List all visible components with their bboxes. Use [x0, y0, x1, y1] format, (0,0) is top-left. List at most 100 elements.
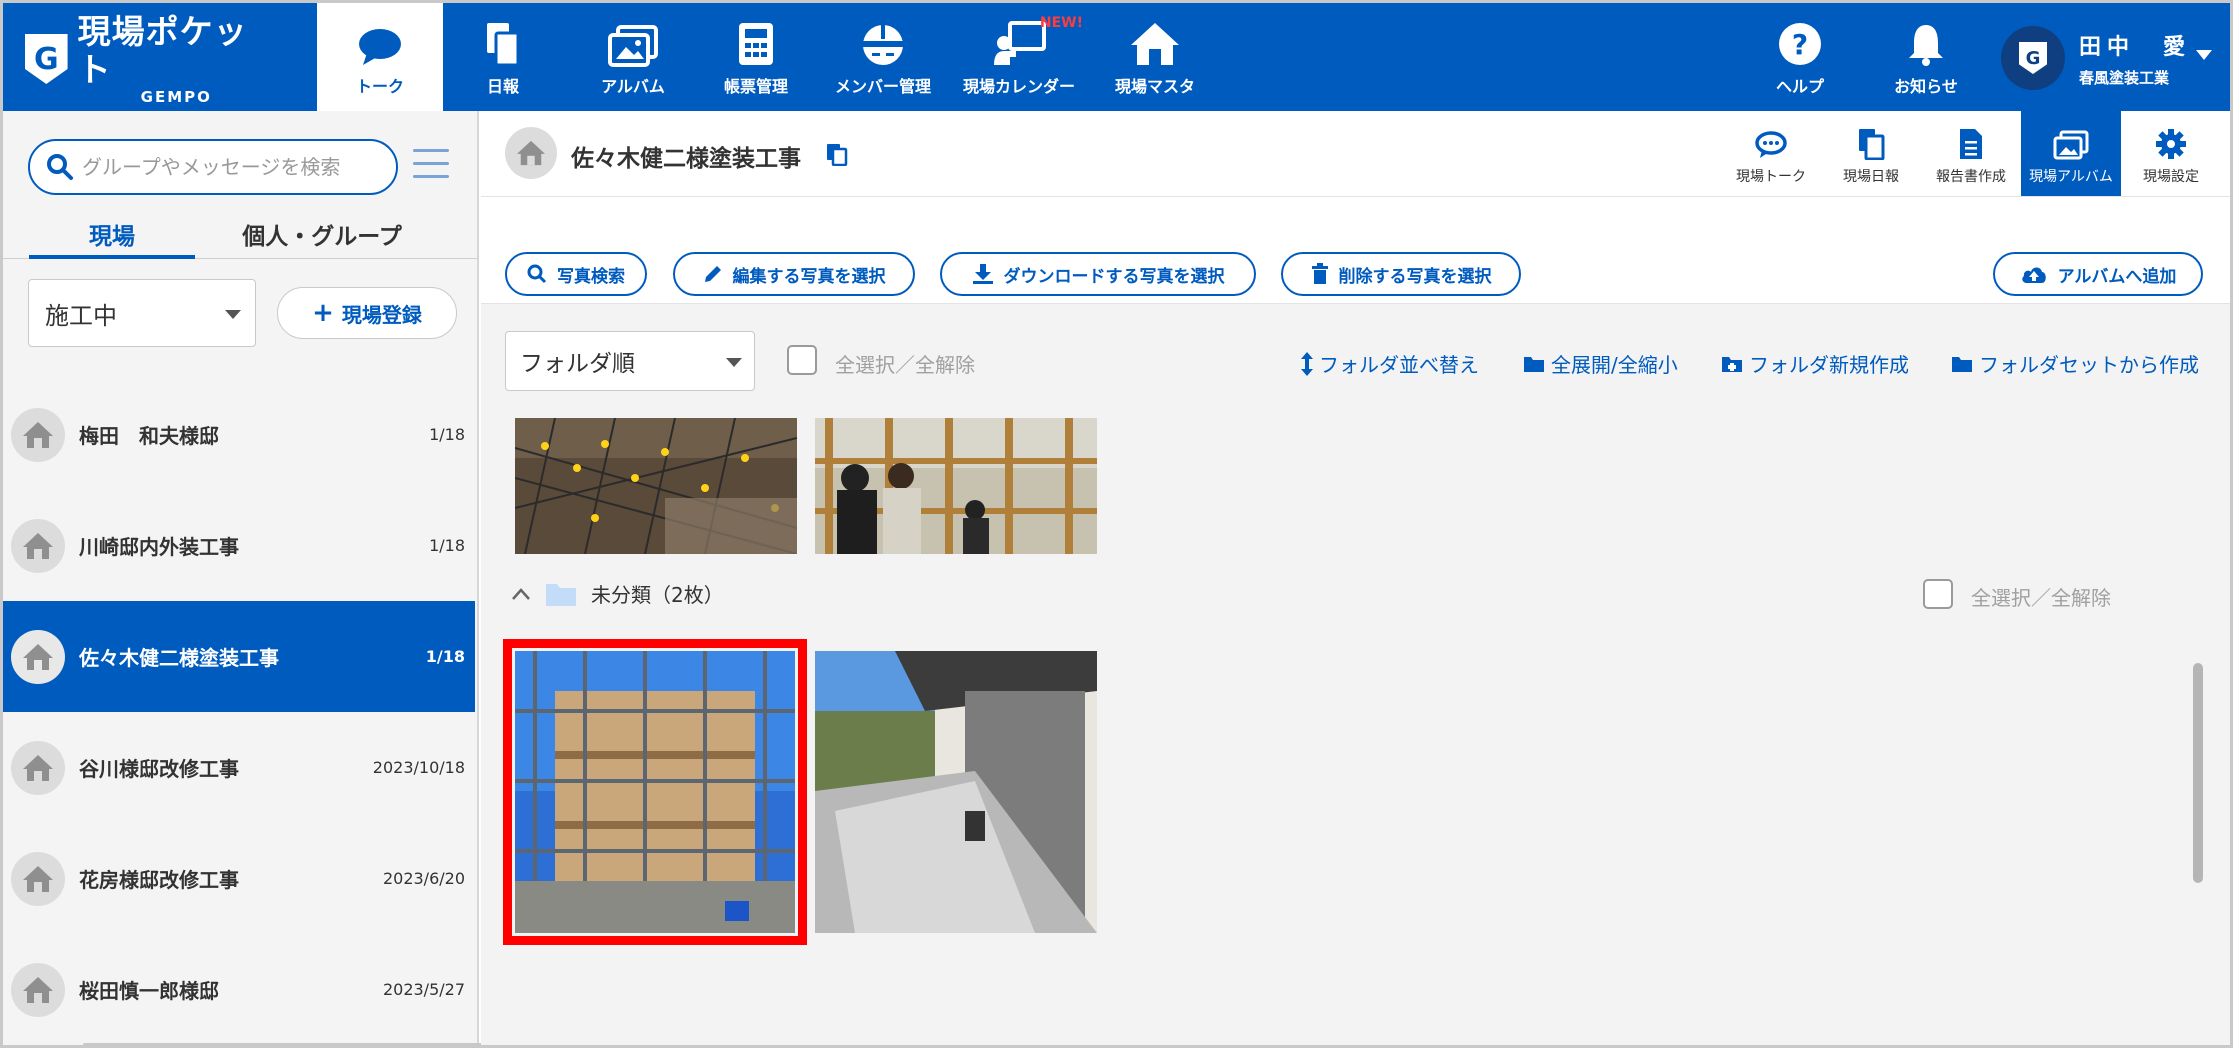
sort-arrows-icon: [1301, 351, 1313, 376]
nav-talk[interactable]: トーク: [317, 3, 443, 111]
sort-order-select[interactable]: フォルダ順: [505, 331, 755, 391]
expand-collapse-link[interactable]: 全展開/全縮小: [1523, 349, 1678, 378]
photo-balcony: [815, 651, 1097, 933]
select-delete-photos-button[interactable]: 削除する写真を選択: [1281, 252, 1521, 296]
help-button[interactable]: ? ヘルプ: [1755, 3, 1845, 111]
folder-set-create-label: フォルダセットから作成: [1979, 353, 2199, 377]
folder-set-create-link[interactable]: フォルダセットから作成: [1951, 349, 2199, 378]
chat-icon: [1755, 131, 1787, 158]
site-date: 2023/6/20: [382, 869, 465, 888]
photo-search-button[interactable]: 写真検索: [505, 252, 647, 296]
photo-thumbnail[interactable]: [515, 418, 797, 554]
site-name: 梅田 和夫様邸: [79, 424, 219, 448]
selected-photo-highlight: [503, 639, 807, 945]
select-all-checkbox[interactable]: [787, 345, 817, 375]
site-date: 1/18: [429, 425, 465, 444]
album-icon: [608, 25, 658, 67]
folder-select-all-label: 全選択／全解除: [1971, 586, 2111, 610]
album-icon: [2053, 130, 2089, 160]
nav-forms[interactable]: 帳票管理: [709, 3, 803, 111]
user-company: 春風塗装工業: [2079, 68, 2170, 87]
house-icon: [1131, 23, 1179, 65]
trash-icon: [1311, 263, 1328, 284]
new-folder-label: フォルダ新規作成: [1749, 353, 1909, 377]
folder-name: 未分類（2枚）: [591, 583, 724, 607]
nav-members[interactable]: メンバー管理: [823, 3, 943, 111]
sidebar-search[interactable]: [28, 139, 398, 195]
select-download-photos-button[interactable]: ダウンロードする写真を選択: [940, 252, 1256, 296]
gear-icon: [2156, 129, 2186, 159]
site-list-item[interactable]: 川崎邸内外装工事 1/18: [3, 490, 475, 601]
nav-daily-report-label: 日報: [486, 77, 519, 96]
plus-icon: +: [312, 298, 334, 328]
site-avatar: [11, 851, 65, 906]
add-site-button[interactable]: + 現場登録: [277, 287, 457, 339]
app-logo[interactable]: G 現場ポケット GEMPO: [25, 13, 275, 105]
nav-site-master-label: 現場マスタ: [1114, 77, 1195, 96]
nav-site-master[interactable]: 現場マスタ: [1105, 3, 1205, 111]
site-avatar: [11, 407, 65, 462]
daily-report-icon: [487, 23, 520, 67]
site-name: 佐々木健二様塗装工事: [79, 646, 279, 670]
photo-thumbnail[interactable]: [815, 651, 1097, 933]
tab-report-create[interactable]: 報告書作成: [1921, 111, 2021, 196]
tab-site-daily-report-label: 現場日報: [1843, 169, 1899, 185]
logo-title: 現場ポケット: [77, 12, 248, 89]
folder-header-uncategorized[interactable]: 未分類（2枚）: [511, 579, 724, 608]
tab-sites[interactable]: 現場: [29, 211, 195, 259]
folder-sort-link[interactable]: フォルダ並べ替え: [1301, 349, 1479, 378]
tab-site-talk[interactable]: 現場トーク: [1721, 111, 1821, 196]
search-input[interactable]: [82, 155, 382, 179]
chevron-down-icon: [726, 358, 742, 367]
svg-text:?: ?: [1792, 28, 1808, 61]
site-list-item[interactable]: 梅田 和夫様邸 1/18: [3, 379, 475, 490]
notifications-button[interactable]: お知らせ: [1881, 3, 1971, 111]
logo-shield-icon: G: [25, 34, 68, 84]
house-icon: [517, 140, 545, 166]
status-filter-value: 施工中: [45, 301, 117, 330]
chevron-down-icon: [225, 310, 241, 319]
site-list-item[interactable]: 桜田慎一郎様邸 2023/5/27: [3, 934, 475, 1045]
presenter-icon: [994, 21, 1046, 65]
site-list-item-active[interactable]: 佐々木健二様塗装工事 1/18: [3, 601, 475, 712]
cloud-upload-icon: [2021, 267, 2046, 283]
hamburger-menu-icon[interactable]: [413, 149, 449, 181]
chevron-up-icon[interactable]: [511, 587, 531, 601]
help-icon: ?: [1779, 23, 1821, 65]
tab-site-settings[interactable]: 現場設定: [2121, 111, 2221, 196]
tab-site-album-label: 現場アルバム: [2029, 169, 2113, 185]
site-list-item[interactable]: 花房様邸改修工事 2023/6/20: [3, 823, 475, 934]
site-avatar: [11, 629, 65, 684]
nav-daily-report[interactable]: 日報: [463, 3, 543, 111]
photo-thumbnail[interactable]: [815, 418, 1097, 554]
photo-people-at-site: [815, 418, 1097, 554]
tab-personal-groups[interactable]: 個人・グループ: [229, 211, 415, 259]
sidebar: 現場 個人・グループ 施工中 + 現場登録 梅田 和夫様邸 1/18: [3, 111, 593, 1045]
tab-site-talk-label: 現場トーク: [1736, 169, 1806, 185]
search-icon: [47, 154, 73, 180]
album-scrollbar[interactable]: [2193, 663, 2203, 883]
user-menu[interactable]: G 田中 愛 春風塗装工業: [2001, 23, 2221, 93]
folder-icon: [1952, 356, 1972, 372]
nav-calendar[interactable]: NEW! 現場カレンダー: [959, 3, 1083, 111]
main-content: 佐々木健二様塗装工事 現場トーク 現場日報 報告書作成 現場アルバム 現場設定 …: [481, 111, 2230, 1045]
folder-select-all-checkbox[interactable]: [1923, 579, 1953, 609]
folder-icon: [1524, 356, 1544, 372]
tab-site-album[interactable]: 現場アルバム: [2021, 111, 2121, 196]
bell-icon: [1909, 25, 1943, 66]
status-filter-select[interactable]: 施工中: [28, 279, 256, 347]
select-edit-photos-button[interactable]: 編集する写真を選択: [673, 252, 915, 296]
add-site-label: 現場登録: [341, 302, 422, 327]
select-all-label: 全選択／全解除: [835, 353, 975, 377]
house-icon: [23, 532, 53, 559]
add-to-album-button[interactable]: アルバムへ追加: [1993, 252, 2203, 296]
copy-icon[interactable]: [825, 142, 849, 166]
house-icon: [23, 421, 53, 448]
house-icon: [23, 976, 53, 1003]
new-folder-link[interactable]: フォルダ新規作成: [1721, 349, 1909, 378]
nav-forms-label: 帳票管理: [723, 77, 788, 96]
select-edit-photos-label: 編集する写真を選択: [732, 266, 886, 287]
nav-album[interactable]: アルバム: [583, 3, 683, 111]
tab-site-daily-report[interactable]: 現場日報: [1821, 111, 1921, 196]
site-list-item[interactable]: 谷川様邸改修工事 2023/10/18: [3, 712, 475, 823]
